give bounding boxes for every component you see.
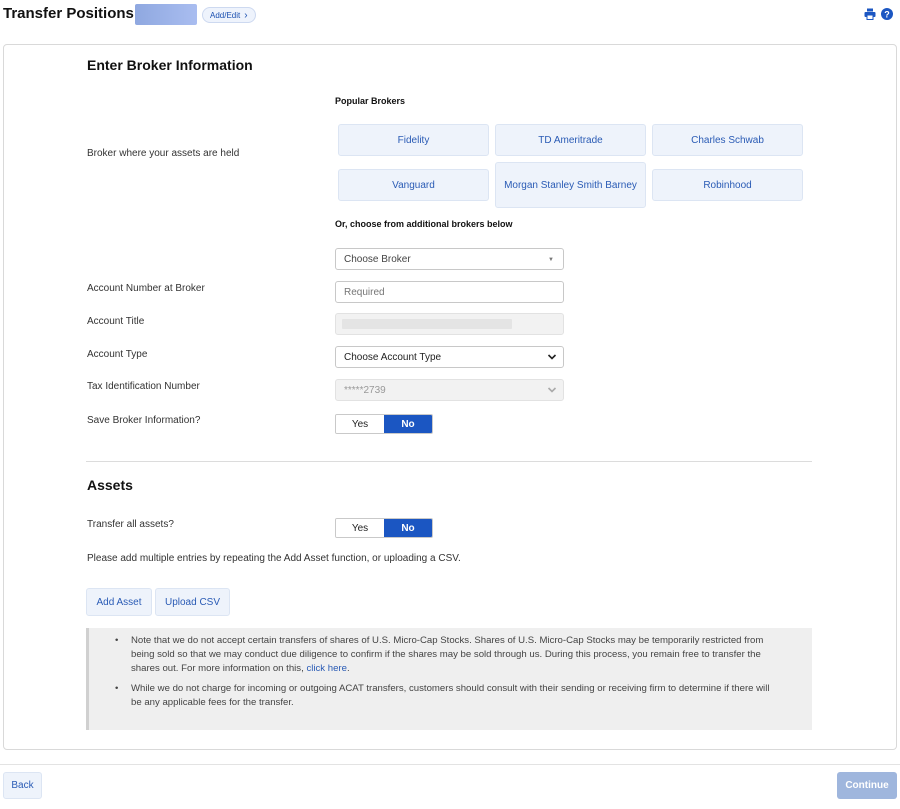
- print-icon[interactable]: [864, 8, 876, 20]
- tax-id-select: *****2739: [335, 379, 564, 401]
- save-broker-toggle: Yes No: [335, 414, 433, 434]
- save-broker-label: Save Broker Information?: [87, 415, 201, 426]
- assets-section-heading: Assets: [87, 477, 133, 493]
- account-type-label: Account Type: [87, 349, 148, 360]
- account-number-input[interactable]: [335, 281, 564, 303]
- tax-id-value: *****2739: [344, 384, 386, 396]
- broker-button-morgan-stanley[interactable]: Morgan Stanley Smith Barney: [495, 162, 646, 208]
- bullet-icon: •: [115, 683, 119, 694]
- account-number-label: Account Number at Broker: [87, 283, 205, 294]
- popular-brokers-label: Popular Brokers: [335, 96, 406, 106]
- section-divider: [86, 461, 812, 462]
- add-edit-button[interactable]: Add/Edit ›: [202, 7, 256, 23]
- transfer-all-yes[interactable]: Yes: [336, 519, 384, 537]
- account-type-select[interactable]: Choose Account Type: [335, 346, 564, 368]
- account-title-field: [335, 313, 564, 335]
- account-title-masked-value: [342, 319, 512, 329]
- bullet-icon: •: [115, 635, 119, 646]
- continue-button[interactable]: Continue: [837, 772, 897, 799]
- question-circle-icon[interactable]: ?: [881, 8, 893, 20]
- additional-brokers-label: Or, choose from additional brokers below: [335, 219, 513, 229]
- upload-csv-button[interactable]: Upload CSV: [155, 588, 230, 616]
- save-broker-yes[interactable]: Yes: [336, 415, 384, 433]
- top-icons: ?: [864, 8, 893, 20]
- broker-button-robinhood[interactable]: Robinhood: [652, 169, 803, 201]
- note-acat-fees-text: While we do not charge for incoming or o…: [131, 683, 770, 708]
- footer-divider: [0, 764, 900, 765]
- broker-section-heading: Enter Broker Information: [87, 57, 253, 73]
- chevron-right-icon: ›: [244, 9, 248, 21]
- transfer-notes: • Note that we do not accept certain tran…: [86, 628, 812, 730]
- back-button[interactable]: Back: [3, 772, 42, 799]
- note-item: • While we do not charge for incoming or …: [115, 682, 782, 710]
- chevron-down-icon: [547, 354, 557, 360]
- add-asset-button[interactable]: Add Asset: [86, 588, 152, 616]
- add-edit-label: Add/Edit: [210, 10, 241, 20]
- account-type-value: Choose Account Type: [344, 351, 442, 363]
- svg-text:?: ?: [884, 9, 890, 19]
- asset-instructions: Please add multiple entries by repeating…: [87, 553, 461, 564]
- caret-down-icon: ▼: [548, 257, 554, 263]
- page-title: Transfer Positions: [3, 5, 134, 22]
- broker-button-vanguard[interactable]: Vanguard: [338, 169, 489, 201]
- save-broker-no[interactable]: No: [384, 415, 432, 433]
- account-title-label: Account Title: [87, 316, 145, 327]
- tax-id-label: Tax Identification Number: [87, 381, 200, 392]
- note-item: • Note that we do not accept certain tran…: [115, 634, 782, 676]
- broker-button-td-ameritrade[interactable]: TD Ameritrade: [495, 124, 646, 156]
- broker-field-label: Broker where your assets are held: [87, 148, 240, 159]
- account-selector-masked[interactable]: [135, 4, 197, 25]
- chevron-down-icon: [547, 387, 557, 393]
- broker-button-fidelity[interactable]: Fidelity: [338, 124, 489, 156]
- transfer-all-toggle: Yes No: [335, 518, 433, 538]
- transfer-all-label: Transfer all assets?: [87, 519, 174, 530]
- choose-broker-dropdown[interactable]: Choose Broker ▼: [335, 248, 564, 270]
- note-micro-cap-text: Note that we do not accept certain trans…: [131, 635, 764, 674]
- note-micro-cap-end: .: [346, 663, 350, 674]
- transfer-all-no[interactable]: No: [384, 519, 432, 537]
- choose-broker-value: Choose Broker: [344, 253, 411, 265]
- broker-button-charles-schwab[interactable]: Charles Schwab: [652, 124, 803, 156]
- click-here-link[interactable]: click here: [306, 663, 347, 674]
